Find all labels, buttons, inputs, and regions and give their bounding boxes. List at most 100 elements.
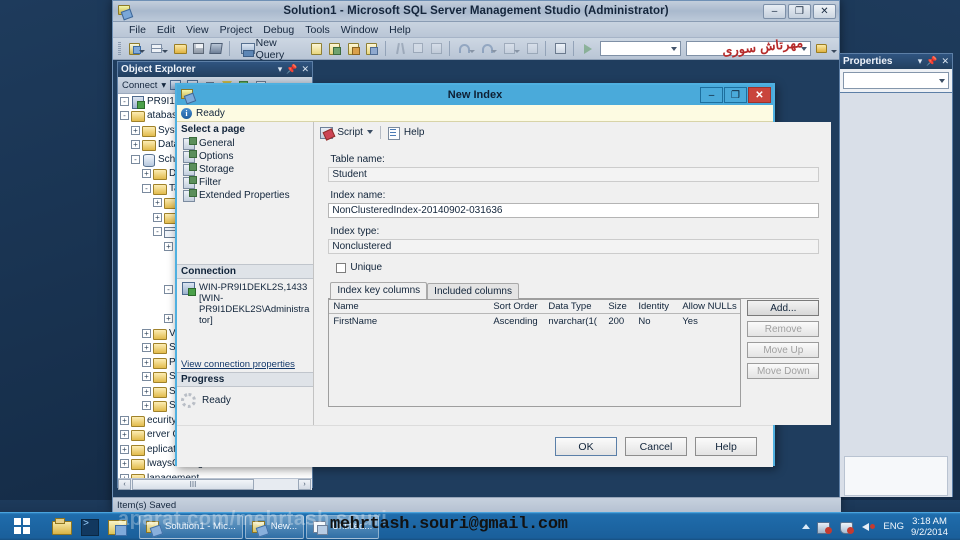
run-icon[interactable] (580, 40, 595, 57)
toolbar-options-icon[interactable] (830, 40, 839, 57)
menu-item-help[interactable]: Help (389, 24, 411, 36)
chevron-down-icon[interactable]: ▾ (918, 56, 923, 67)
start-button[interactable] (0, 513, 44, 540)
view-connection-properties-link[interactable]: View connection properties (177, 357, 313, 372)
expand-icon[interactable]: + (120, 415, 129, 425)
dialog-minimize-button[interactable]: – (700, 87, 723, 103)
expand-icon[interactable]: + (142, 372, 151, 382)
dialog-maximize-button[interactable]: ❐ (724, 87, 747, 103)
dialog-page-item-storage[interactable]: Storage (177, 163, 313, 176)
open-file-icon[interactable] (172, 40, 187, 57)
dialog-page-item-options[interactable]: Options (177, 150, 313, 163)
dialog-page-item-general[interactable]: General (177, 137, 313, 150)
properties-object-combo[interactable] (843, 72, 949, 89)
chevron-down-icon[interactable]: ▾ (278, 64, 283, 75)
tree-item[interactable]: +lanagement (118, 471, 312, 478)
expand-icon[interactable]: + (164, 314, 173, 324)
collapse-icon[interactable]: - (120, 96, 129, 106)
index-columns-grid[interactable]: Name Sort Order Data Type Size Identity … (328, 299, 742, 407)
expand-icon[interactable]: + (142, 343, 151, 353)
new-database-query-icon[interactable] (309, 40, 324, 57)
dialog-page-item-filter[interactable]: Filter (177, 176, 313, 189)
menu-item-window[interactable]: Window (341, 24, 378, 36)
checkbox-icon[interactable] (336, 262, 347, 273)
new-dmx-query-icon[interactable] (364, 40, 379, 57)
table-row[interactable]: FirstName Ascending nvarchar(1( 200 No Y… (329, 314, 740, 328)
close-button[interactable]: ✕ (813, 3, 836, 19)
toggle-diagram-icon[interactable] (552, 40, 567, 57)
tab-index-key-columns[interactable]: Index key columns (330, 282, 428, 299)
add-column-button[interactable]: Add... (747, 300, 820, 316)
undo-icon[interactable] (456, 40, 476, 57)
expand-icon[interactable]: + (142, 357, 151, 367)
new-item-icon[interactable] (127, 40, 147, 57)
index-name-input[interactable]: NonClusteredIndex-20140902-031636 (328, 203, 820, 218)
network-icon[interactable] (817, 520, 833, 534)
collapse-icon[interactable]: - (120, 111, 129, 121)
expand-icon[interactable]: + (120, 459, 129, 469)
move-down-button[interactable]: Move Down (747, 363, 820, 379)
expand-icon[interactable]: + (142, 386, 151, 396)
scroll-right-arrow-icon[interactable]: › (298, 479, 311, 490)
toolbar-grip[interactable] (118, 41, 121, 56)
new-analysis-query-icon[interactable] (327, 40, 342, 57)
clock[interactable]: 3:18 AM 9/2/2014 (911, 516, 954, 538)
expand-icon[interactable]: + (142, 328, 151, 338)
script-button[interactable]: Script (337, 127, 363, 138)
menu-item-tools[interactable]: Tools (305, 24, 330, 36)
expand-icon[interactable]: + (131, 125, 140, 135)
help-button[interactable]: Help (404, 127, 425, 138)
script-dropdown-icon[interactable] (366, 130, 373, 134)
scroll-left-arrow-icon[interactable]: ‹ (118, 479, 131, 490)
taskbar-item-new[interactable]: New... (244, 514, 305, 539)
collapse-icon[interactable]: - (131, 154, 140, 164)
show-hidden-icons-icon[interactable] (802, 524, 811, 529)
save-all-icon[interactable] (208, 40, 223, 57)
cancel-button[interactable]: Cancel (625, 437, 687, 456)
move-up-button[interactable]: Move Up (747, 342, 820, 358)
expand-icon[interactable]: + (142, 401, 151, 411)
action-center-icon[interactable] (839, 520, 855, 534)
toolbar-combo-database[interactable] (600, 41, 681, 56)
powershell-icon[interactable] (80, 518, 99, 536)
ssms-icon[interactable] (108, 518, 127, 536)
menu-item-file[interactable]: File (129, 24, 146, 36)
collapse-icon[interactable]: - (164, 285, 173, 295)
copy-icon[interactable] (410, 40, 425, 57)
collapse-icon[interactable]: - (153, 227, 162, 237)
scrollbar-thumb[interactable]: III (132, 479, 254, 490)
dialog-close-button[interactable]: ✕ (748, 87, 771, 103)
cut-icon[interactable] (392, 40, 407, 57)
unique-checkbox[interactable]: Unique (336, 262, 819, 273)
navigate-forward-icon[interactable] (524, 40, 539, 57)
connect-dropdown-icon[interactable]: ▾ (161, 80, 166, 91)
connect-button[interactable]: Connect (122, 80, 157, 91)
new-table-icon[interactable] (149, 40, 169, 57)
pin-icon[interactable]: 📌 (286, 64, 297, 75)
volume-icon[interactable] (861, 520, 876, 534)
menu-item-project[interactable]: Project (220, 24, 253, 36)
remove-column-button[interactable]: Remove (747, 321, 820, 337)
dialog-page-item-extended-properties[interactable]: Extended Properties (177, 189, 313, 202)
new-mdx-query-icon[interactable] (346, 40, 361, 57)
expand-icon[interactable]: + (131, 140, 140, 150)
expand-icon[interactable]: + (120, 444, 129, 454)
menu-item-edit[interactable]: Edit (157, 24, 175, 36)
new-query-button[interactable]: New Query (236, 37, 306, 61)
expand-icon[interactable]: + (164, 241, 173, 251)
navigate-backward-icon[interactable] (501, 40, 521, 57)
minimize-button[interactable]: – (763, 3, 786, 19)
taskbar-item-solution1[interactable]: Solution1 - Mic... (139, 514, 243, 539)
expand-icon[interactable]: + (153, 212, 162, 222)
menu-item-view[interactable]: View (186, 24, 209, 36)
explorer-icon[interactable] (52, 517, 72, 536)
menu-item-debug[interactable]: Debug (263, 24, 294, 36)
tab-included-columns[interactable]: Included columns (427, 283, 519, 299)
maximize-button[interactable]: ❐ (788, 3, 811, 19)
close-icon[interactable]: ✕ (301, 64, 309, 75)
redo-icon[interactable] (479, 40, 499, 57)
pin-icon[interactable]: 📌 (926, 56, 937, 67)
help-button[interactable]: Help (695, 437, 757, 456)
ok-button[interactable]: OK (555, 437, 617, 456)
expand-icon[interactable]: + (142, 169, 151, 179)
